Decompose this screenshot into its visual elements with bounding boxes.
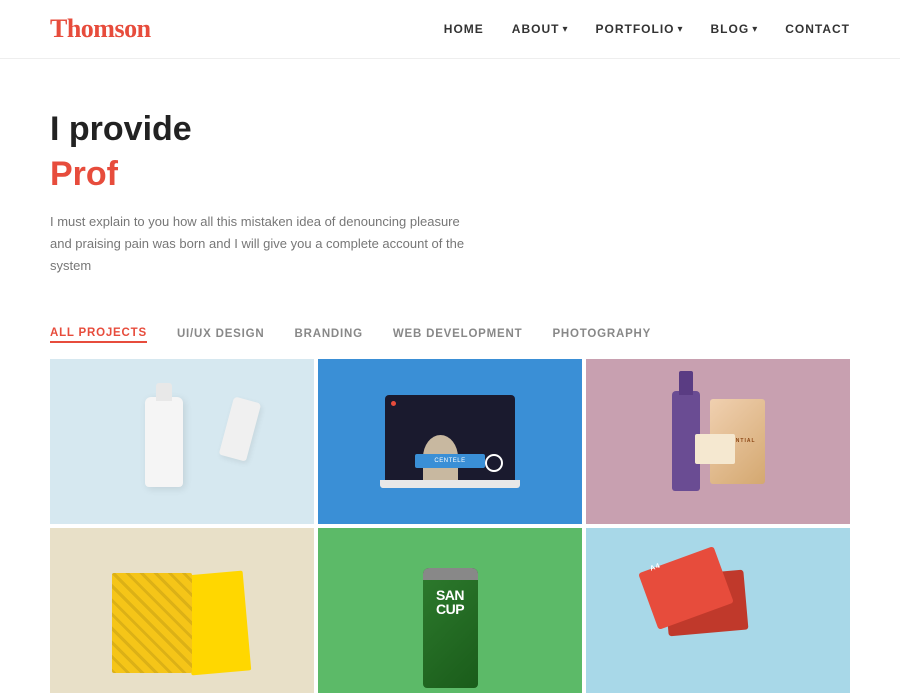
portfolio-item-brochure[interactable] [50, 528, 314, 693]
can-label: SAN CUP [423, 588, 478, 616]
screen-close-dot [391, 401, 396, 406]
screen-circle [485, 454, 503, 472]
cosmetic-scene [50, 359, 314, 524]
filter-all[interactable]: ALL PROJECTS [50, 327, 147, 343]
wine-box: ESSENTIAL [710, 399, 765, 484]
brochure-scene [50, 528, 314, 693]
screen-top-bar [391, 401, 509, 406]
nav-home[interactable]: HOME [444, 22, 484, 36]
filter-branding[interactable]: BRANDING [295, 328, 363, 342]
screen-content [385, 395, 515, 412]
laptop-base [380, 480, 520, 488]
main-nav: HOME ABOUT ▾ PORTFOLIO ▾ BLOG ▾ CONTACT [444, 22, 850, 36]
header: Thomson HOME ABOUT ▾ PORTFOLIO ▾ BLOG ▾ … [0, 0, 900, 59]
nav-portfolio[interactable]: PORTFOLIO [595, 22, 674, 36]
nav-blog[interactable]: BLOG [711, 22, 750, 36]
portfolio-grid: CENTELE ESSENTIAL [0, 359, 900, 693]
can-scene: SAN CUP [318, 528, 582, 693]
hero-headline-red: Prof [50, 154, 850, 195]
hero-headline: I provide [50, 109, 850, 150]
logo-text-red: son [114, 14, 150, 43]
screen-overlay-bar: CENTELE [415, 454, 485, 468]
brochure-fold [183, 570, 251, 675]
can-label-line2: CUP [436, 601, 464, 617]
filter-tabs: ALL PROJECTS UI/UX DESIGN BRANDING WEB D… [0, 307, 900, 359]
filter-webdev[interactable]: WEB DEVELOPMENT [393, 328, 523, 342]
laptop-screen: CENTELE [385, 395, 515, 480]
nav-blog-wrapper: BLOG ▾ [711, 22, 758, 36]
nav-portfolio-wrapper: PORTFOLIO ▾ [595, 22, 682, 36]
laptop-scene: CENTELE [318, 359, 582, 524]
laptop: CENTELE [385, 395, 515, 488]
portfolio-item-cards[interactable]: A4 [586, 528, 850, 693]
about-dropdown-icon: ▾ [562, 24, 567, 35]
wine-scene: ESSENTIAL [586, 359, 850, 524]
hero-description: I must explain to you how all this mista… [50, 211, 470, 277]
nav-about-wrapper: ABOUT ▾ [512, 22, 568, 36]
wine-small-box [695, 434, 735, 464]
logo[interactable]: Thomson [50, 14, 151, 44]
portfolio-item-laptop[interactable]: CENTELE [318, 359, 582, 524]
nav-contact[interactable]: CONTACT [785, 22, 850, 36]
bottle-main [145, 397, 183, 487]
nav-about[interactable]: ABOUT [512, 22, 560, 36]
screen-overlay-text: CENTELE [434, 458, 465, 464]
can: SAN CUP [423, 568, 478, 688]
filter-photography[interactable]: PHOTOGRAPHY [552, 328, 651, 342]
hero-section: I provide Prof I must explain to you how… [0, 59, 900, 307]
cards-scene: A4 [586, 528, 850, 693]
portfolio-item-can[interactable]: SAN CUP [318, 528, 582, 693]
portfolio-item-wine[interactable]: ESSENTIAL [586, 359, 850, 524]
brochure-group [112, 573, 252, 683]
blog-dropdown-icon: ▾ [752, 24, 757, 35]
filter-uiux[interactable]: UI/UX DESIGN [177, 328, 265, 342]
logo-text-black: Thom [50, 14, 114, 43]
bottle-small [219, 396, 262, 461]
portfolio-item-cosmetics[interactable] [50, 359, 314, 524]
brochure-main [112, 573, 192, 673]
brochure-pattern [112, 573, 192, 673]
portfolio-dropdown-icon: ▾ [677, 24, 682, 35]
